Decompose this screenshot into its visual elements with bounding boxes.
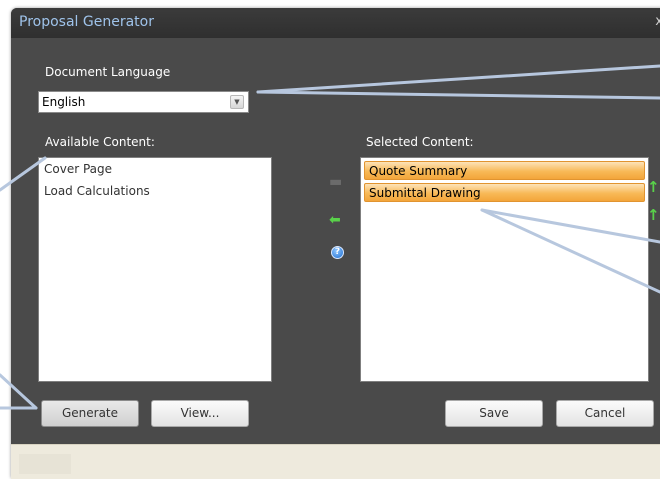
title-bar[interactable]: Proposal Generator x xyxy=(11,8,660,38)
selected-content-label: Selected Content: xyxy=(366,135,474,149)
document-language-value: English xyxy=(42,95,86,109)
proposal-generator-dialog: Proposal Generator x Document Language E… xyxy=(11,8,660,479)
list-item[interactable]: Submittal Drawing xyxy=(364,183,645,202)
document-language-select[interactable]: English ▼ xyxy=(38,91,249,113)
available-content-label: Available Content: xyxy=(45,135,155,149)
close-icon[interactable]: x xyxy=(655,14,660,29)
view-button[interactable]: View... xyxy=(151,400,249,427)
status-bar xyxy=(11,444,660,479)
left-arrow-icon[interactable]: ⬅ xyxy=(329,212,341,228)
list-item[interactable]: Load Calculations xyxy=(39,180,271,198)
up-arrow-icon[interactable]: ↑ xyxy=(647,178,660,196)
down-arrow-icon[interactable]: ↑ xyxy=(647,206,660,224)
save-button[interactable]: Save xyxy=(445,400,543,427)
help-icon[interactable]: ? xyxy=(331,246,344,259)
available-content-list[interactable]: Cover Page Load Calculations xyxy=(38,157,272,382)
status-bar-segment xyxy=(19,454,71,474)
right-arrow-icon[interactable]: ▬ xyxy=(329,174,342,190)
list-item[interactable]: Cover Page xyxy=(39,158,271,176)
generate-button[interactable]: Generate xyxy=(41,400,139,427)
window-title: Proposal Generator xyxy=(19,14,154,30)
cancel-button[interactable]: Cancel xyxy=(556,400,654,427)
chevron-down-icon[interactable]: ▼ xyxy=(230,95,244,109)
selected-content-list[interactable]: Quote Summary Submittal Drawing xyxy=(360,157,649,382)
document-language-label: Document Language xyxy=(45,65,171,79)
list-item[interactable]: Quote Summary xyxy=(364,161,645,180)
